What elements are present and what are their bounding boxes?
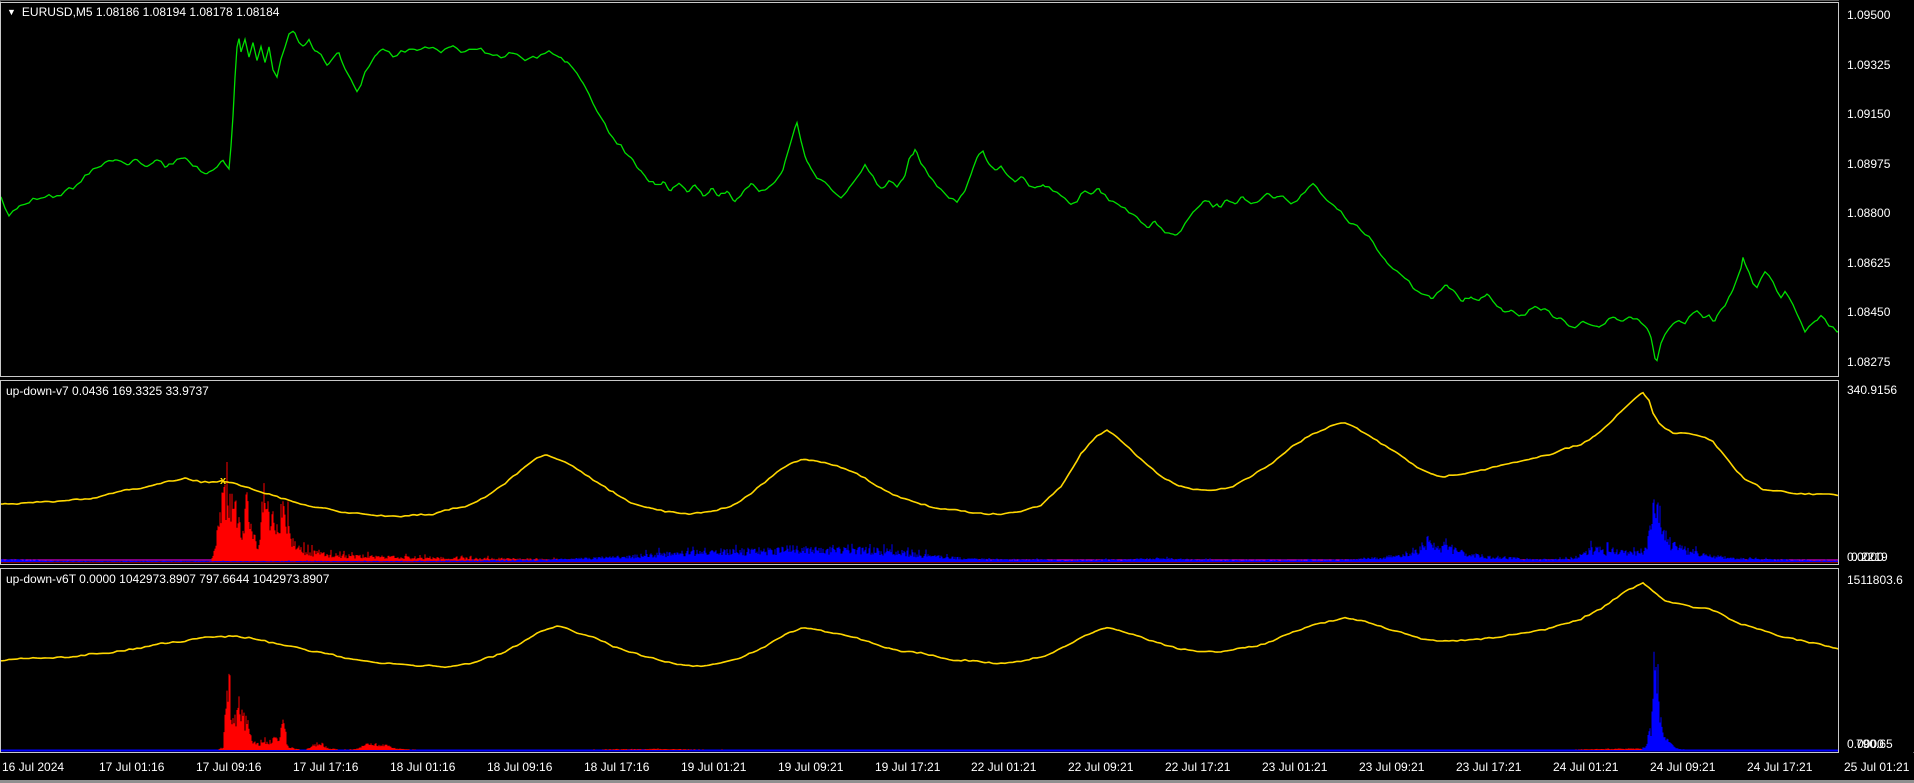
indicator2-panel[interactable] — [0, 568, 1839, 753]
time-tick-label: 17 Jul 09:16 — [196, 760, 262, 774]
indicator2-scale-max-label: 1511803.6 — [1847, 573, 1903, 587]
indicator2-level-label: 790.65 — [1856, 737, 1893, 751]
collapse-triangle-icon[interactable]: ▼ — [7, 7, 16, 17]
signal-x-marker: x — [220, 475, 227, 487]
time-tick-label: 23 Jul 17:21 — [1456, 760, 1522, 774]
time-tick-label: 24 Jul 17:21 — [1747, 760, 1813, 774]
indicator1-level-label: 0.2219 — [1851, 550, 1888, 564]
price-tick-label: 1.08625 — [1847, 255, 1891, 270]
price-tick-label: 1.09500 — [1847, 8, 1891, 22]
time-tick-label: 22 Jul 01:21 — [971, 760, 1037, 774]
time-tick-label: 22 Jul 17:21 — [1165, 760, 1231, 774]
time-tick-label: 24 Jul 01:21 — [1553, 760, 1619, 774]
price-tick-label: 1.08975 — [1847, 156, 1891, 171]
time-tick-label: 25 Jul 01:21 — [1844, 760, 1910, 774]
price-chart-panel[interactable] — [0, 2, 1839, 377]
price-tick-label: 1.08275 — [1847, 354, 1891, 369]
indicator1-scale-max-label: 340.9156 — [1847, 383, 1898, 397]
time-tick-label: 24 Jul 09:21 — [1650, 760, 1716, 774]
panel-splitter[interactable] — [0, 565, 1914, 568]
indicator1-label: up-down-v7 0.0436 169.3325 33.9737 — [6, 384, 209, 398]
time-tick-label: 17 Jul 17:16 — [293, 760, 359, 774]
time-tick-label: 23 Jul 01:21 — [1262, 760, 1328, 774]
price-tick-label: 1.08800 — [1847, 206, 1891, 221]
chart-title-row: ▼ EURUSD,M5 1.08186 1.08194 1.08178 1.081… — [7, 5, 279, 19]
indicator2-label: up-down-v6T 0.0000 1042973.8907 797.6644… — [6, 572, 330, 586]
time-tick-label: 19 Jul 09:21 — [778, 760, 844, 774]
panel-splitter[interactable] — [0, 377, 1914, 380]
time-tick-label: 22 Jul 09:21 — [1068, 760, 1134, 774]
time-tick-label: 19 Jul 01:21 — [681, 760, 747, 774]
time-tick-label: 18 Jul 17:16 — [584, 760, 650, 774]
time-tick-label: 17 Jul 01:16 — [99, 760, 165, 774]
price-tick-label: 1.09150 — [1847, 107, 1891, 122]
time-tick-label: 18 Jul 09:16 — [487, 760, 553, 774]
chart-title: EURUSD,M5 1.08186 1.08194 1.08178 1.0818… — [21, 5, 280, 19]
mt4-chart-window: ▼ EURUSD,M5 1.08186 1.08194 1.08178 1.081… — [0, 0, 1914, 783]
price-tick-label: 1.08450 — [1847, 305, 1891, 320]
time-tick-label: 16 Jul 2024 — [2, 760, 65, 774]
indicator1-panel[interactable] — [0, 380, 1839, 565]
time-tick-label: 18 Jul 01:16 — [390, 760, 456, 774]
price-tick-label: 1.09325 — [1847, 57, 1891, 72]
time-tick-label: 23 Jul 09:21 — [1359, 760, 1425, 774]
time-tick-label: 19 Jul 17:21 — [875, 760, 941, 774]
time-scale[interactable]: 16 Jul 2024 17 Jul 01:16 17 Jul 09:16 17 Ju… — [0, 753, 1914, 780]
